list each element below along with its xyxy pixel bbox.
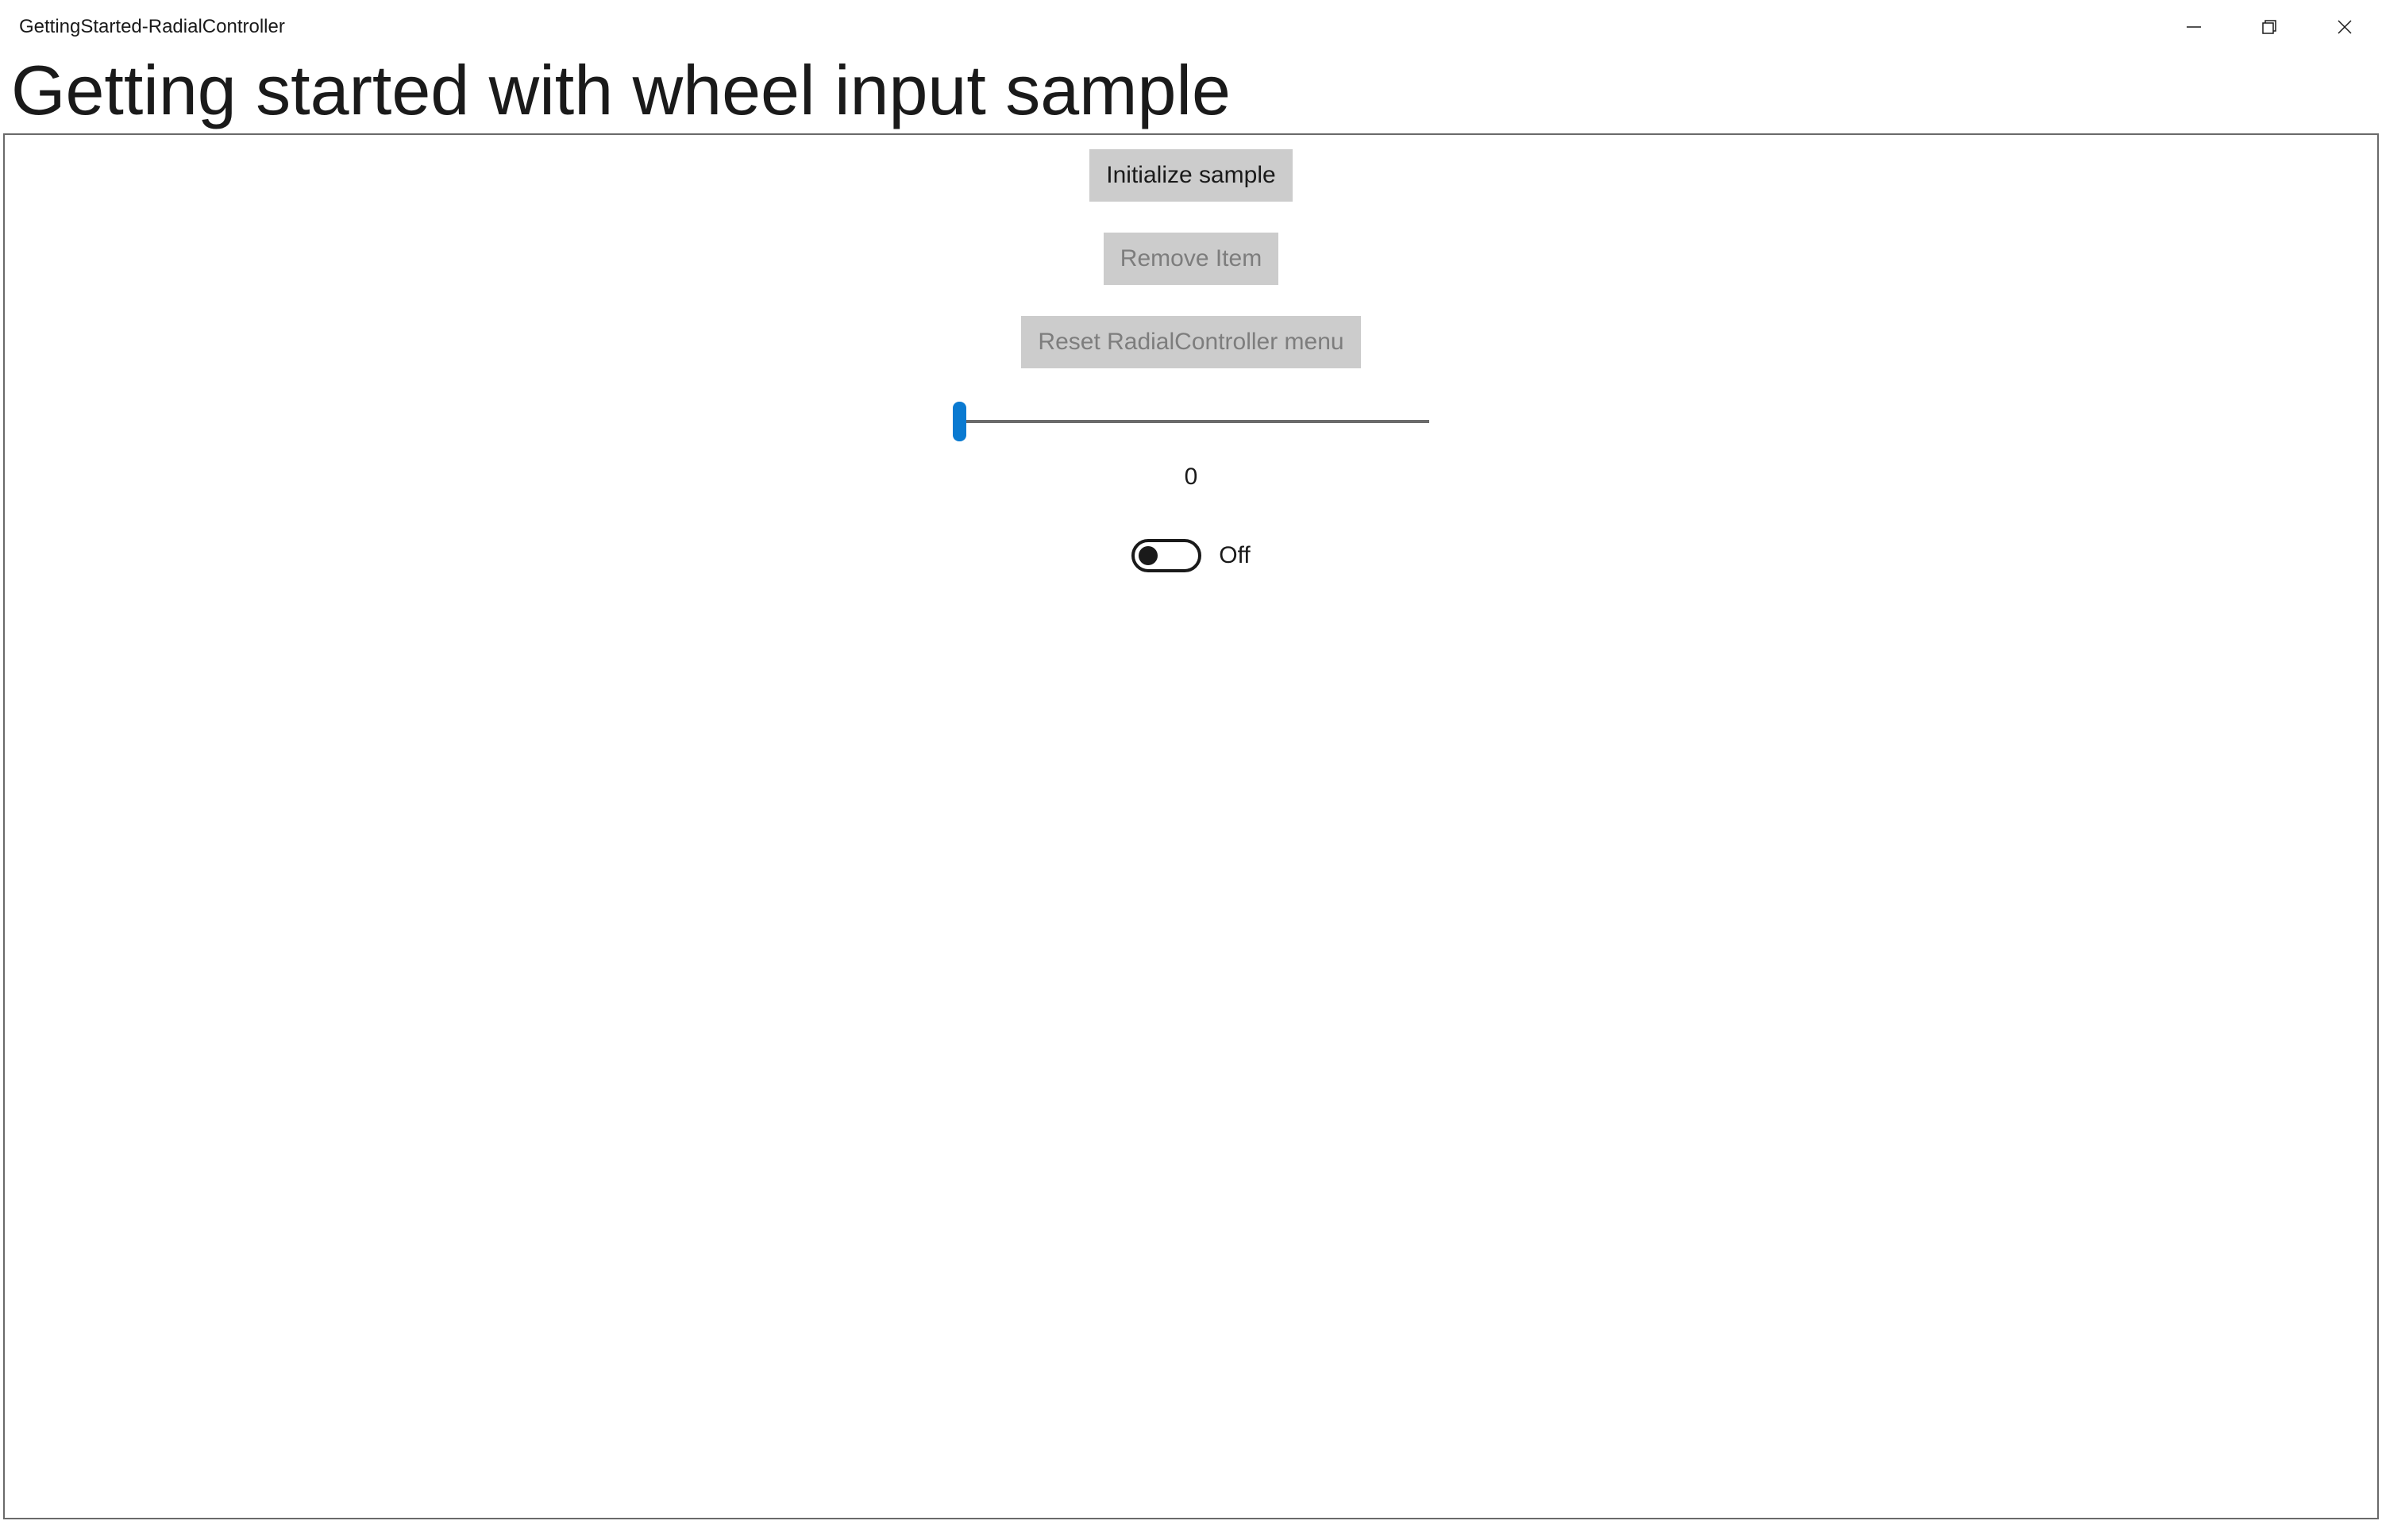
maximize-button[interactable]	[2231, 0, 2307, 54]
controls-stack: Initialize sample Remove Item Reset Radi…	[953, 149, 1429, 572]
page-header: Getting started with wheel input sample	[0, 54, 2382, 133]
close-button[interactable]	[2307, 0, 2382, 54]
minimize-button[interactable]	[2156, 0, 2231, 54]
maximize-icon	[2261, 18, 2278, 36]
value-slider[interactable]	[953, 407, 1429, 436]
slider-track	[953, 420, 1429, 423]
app-title: GettingStarted-RadialController	[19, 16, 285, 38]
content-frame: Initialize sample Remove Item Reset Radi…	[3, 133, 2379, 1519]
reset-menu-button[interactable]: Reset RadialController menu	[1021, 316, 1360, 368]
slider-thumb[interactable]	[953, 402, 966, 441]
window-controls	[2156, 0, 2382, 54]
page-title: Getting started with wheel input sample	[11, 54, 2371, 127]
toggle-label: Off	[1219, 542, 1250, 569]
minimize-icon	[2185, 18, 2203, 36]
toggle-knob	[1139, 546, 1158, 565]
toggle-switch[interactable]	[1131, 539, 1201, 572]
slider-value-label: 0	[1185, 464, 1198, 491]
remove-item-button[interactable]: Remove Item	[1104, 233, 1278, 285]
titlebar: GettingStarted-RadialController	[0, 0, 2382, 54]
initialize-button[interactable]: Initialize sample	[1089, 149, 1292, 202]
close-icon	[2336, 18, 2353, 36]
toggle-row: Off	[1131, 539, 1250, 572]
